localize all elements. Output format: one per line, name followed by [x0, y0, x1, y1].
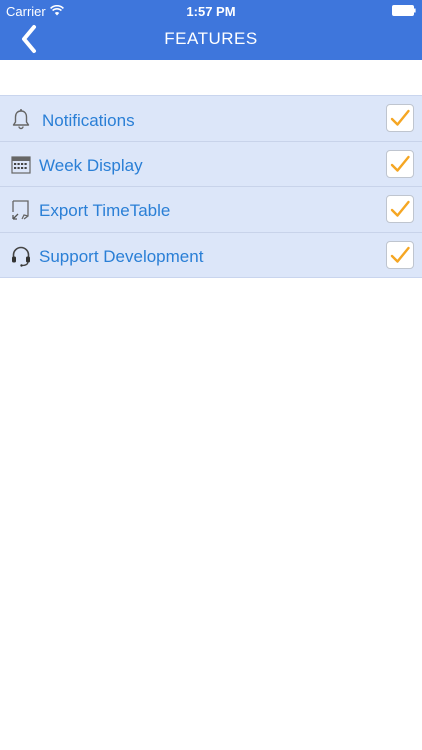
feature-label: Export TimeTable — [39, 201, 171, 220]
checkmark-icon — [390, 109, 410, 126]
feature-row-notifications[interactable]: Notifications — [0, 96, 422, 142]
checkmark-icon — [390, 200, 410, 217]
checkmark-icon — [390, 246, 410, 263]
feature-checkbox[interactable] — [386, 104, 414, 132]
calendar-icon — [10, 154, 32, 176]
feature-label: Week Display — [39, 155, 143, 175]
headset-icon — [10, 245, 32, 267]
page-title: FEATURES — [164, 29, 258, 48]
feature-checkbox[interactable] — [386, 195, 414, 223]
nav-bar: FEATURES — [0, 20, 422, 60]
header: Carrier 1:57 PM FEATURES — [0, 0, 422, 60]
feature-label: Notifications — [42, 111, 135, 130]
feature-row-export-timetable[interactable]: Export TimeTable — [0, 187, 422, 233]
checkmark-icon — [390, 155, 410, 172]
bell-icon — [10, 108, 32, 130]
features-list: Notifications Week Display Export TimeTa… — [0, 95, 422, 278]
feature-row-week-display[interactable]: Week Display — [0, 142, 422, 187]
status-time: 1:57 PM — [186, 4, 236, 19]
feature-checkbox[interactable] — [386, 149, 414, 178]
feature-checkbox[interactable] — [386, 240, 414, 269]
export-icon — [10, 199, 32, 221]
status-bar: Carrier 1:57 PM — [0, 0, 422, 22]
feature-label: Support Development — [39, 246, 204, 266]
feature-row-support-development[interactable]: Support Development — [0, 233, 422, 278]
